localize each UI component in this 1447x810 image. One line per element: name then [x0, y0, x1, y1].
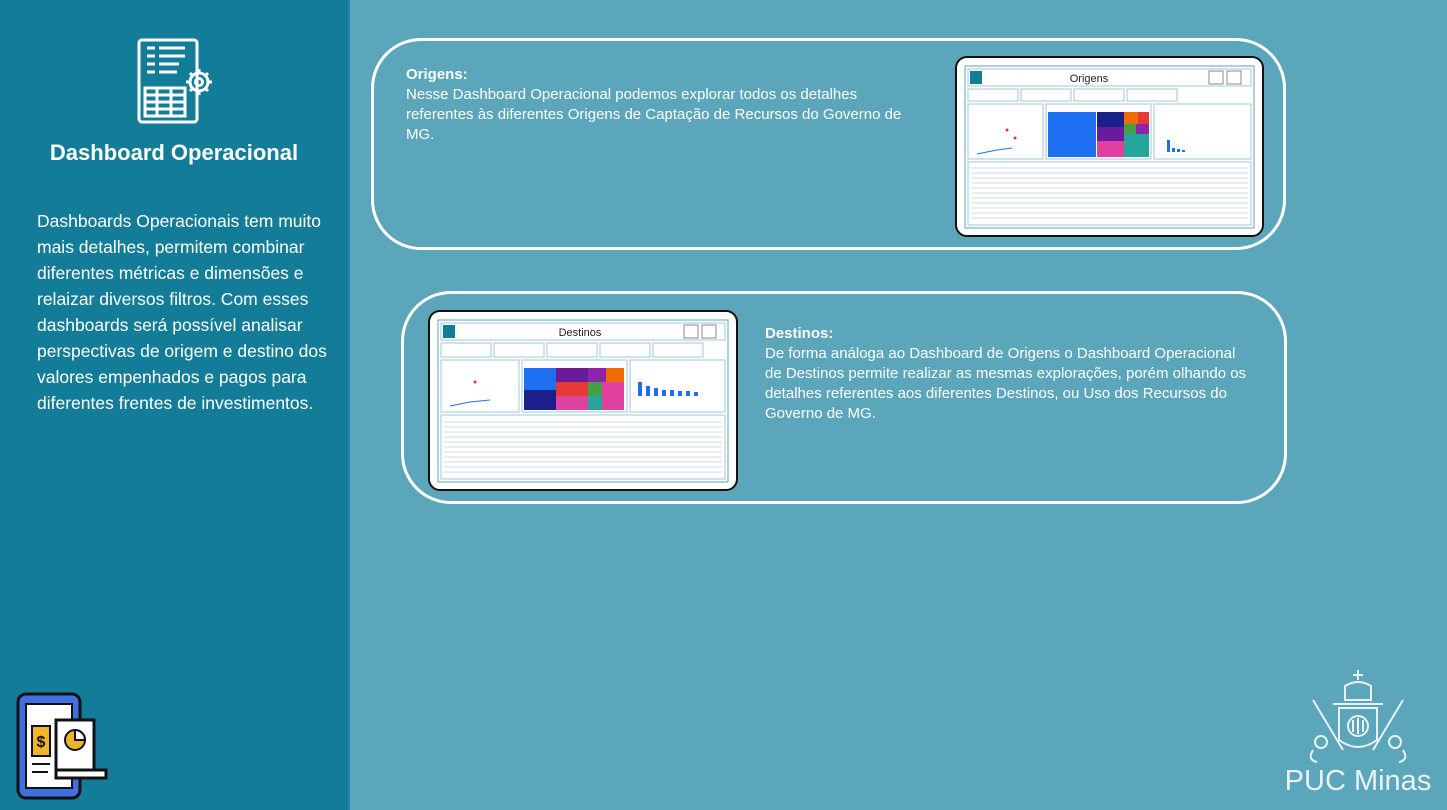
document-settings-icon: [137, 38, 212, 124]
sidebar-description: Dashboards Operacionais tem muito mais d…: [37, 211, 327, 413]
destinos-heading: Destinos:: [765, 325, 834, 342]
origens-heading: Origens:: [406, 66, 468, 83]
origens-dashboard-thumbnail: Origens: [955, 56, 1264, 237]
sidebar: Dashboard Operacional Dashboards Operaci…: [0, 0, 350, 810]
destinos-description: De forma análoga ao Dashboard de Origens…: [765, 345, 1247, 422]
phone-finance-icon: $: [16, 692, 108, 800]
origens-thumb-title: Origens: [1070, 73, 1109, 85]
svg-text:$: $: [37, 734, 46, 751]
destinos-text: Destinos: De forma análoga ao Dashboard …: [765, 324, 1255, 424]
destinos-dashboard-thumbnail: Destinos: [428, 310, 738, 491]
puc-minas-logo-text: PUC Minas: [1284, 765, 1432, 797]
origens-description: Nesse Dashboard Operacional podemos expl…: [406, 86, 902, 143]
destinos-thumb-title: Destinos: [559, 327, 602, 339]
sidebar-title: Dashboard Operacional: [49, 140, 299, 165]
origens-text: Origens: Nesse Dashboard Operacional pod…: [406, 65, 926, 145]
